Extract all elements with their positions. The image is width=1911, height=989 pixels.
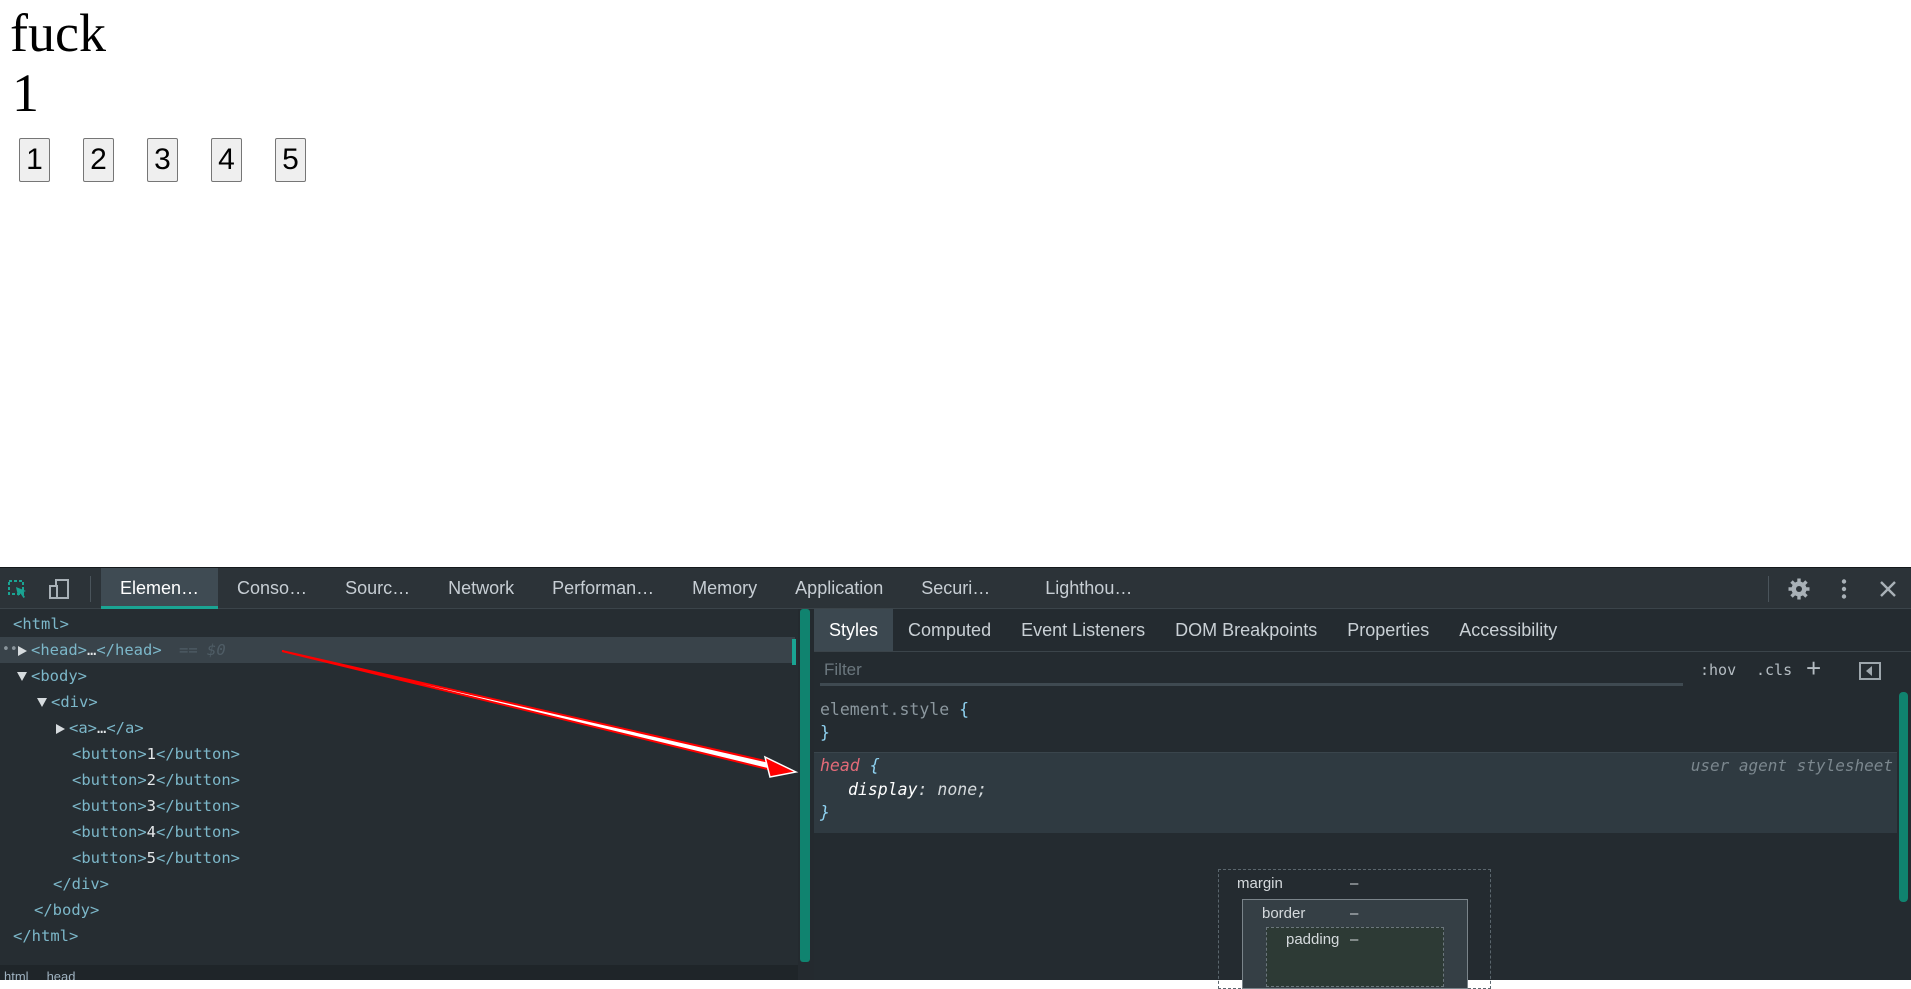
border-label: border (1262, 905, 1306, 922)
padding-label: padding (1286, 931, 1340, 948)
page-number: 1 (12, 63, 39, 123)
tree-head-open-tag: <head> (31, 641, 87, 659)
tree-node-button[interactable]: <button>3</button> (72, 793, 240, 819)
toolbar-separator (90, 576, 91, 602)
padding-value[interactable]: – (1350, 931, 1358, 948)
more-options-icon[interactable] (1832, 577, 1856, 601)
selected-node-marker: == $0 (179, 641, 226, 659)
page-button-1[interactable]: 1 (19, 138, 50, 182)
devtools-tabs: Elemen… Conso… Sourc… Network Performan…… (101, 568, 1151, 609)
border-value[interactable]: – (1350, 905, 1358, 922)
expand-triangle-icon[interactable] (18, 645, 27, 656)
head-selector: head (820, 756, 860, 775)
hover-state-toggle[interactable]: :hov (1700, 661, 1736, 679)
tree-a-open-tag: <a> (69, 719, 97, 737)
tree-node-html-close[interactable]: </html> (13, 923, 78, 949)
tree-node-button[interactable]: <button>2</button> (72, 767, 240, 793)
styles-filter-input[interactable] (820, 656, 1683, 686)
page-button-row: 1 2 3 4 5 (19, 138, 306, 182)
property-name: display (848, 780, 918, 799)
inspect-element-icon[interactable] (7, 578, 29, 600)
devtools-toolbar: Elemen… Conso… Sourc… Network Performan…… (0, 567, 1911, 609)
tree-html-open-tag: <html> (13, 615, 69, 633)
page-button-5[interactable]: 5 (275, 138, 306, 182)
tab-lighthouse[interactable]: Lighthou… (1026, 568, 1151, 609)
breadcrumb-head[interactable]: head (47, 969, 76, 980)
margin-value[interactable]: – (1350, 875, 1358, 892)
tab-network[interactable]: Network (429, 568, 533, 609)
tree-a-ellipsis[interactable]: … (97, 719, 106, 737)
tree-node-div-close[interactable]: </div> (53, 871, 109, 897)
style-declaration[interactable]: display: none; (848, 779, 987, 801)
selection-indicator (792, 639, 796, 665)
head-style-rule[interactable]: head { user agent stylesheet display: no… (814, 752, 1897, 833)
tree-head-ellipsis[interactable]: … (87, 641, 96, 659)
tab-memory[interactable]: Memory (673, 568, 776, 609)
page-heading: fuck (10, 3, 106, 63)
breadcrumb-html[interactable]: html (4, 969, 29, 980)
subtab-styles[interactable]: Styles (814, 609, 894, 651)
property-value: none; (937, 780, 988, 799)
toggle-sidebar-icon[interactable] (1859, 662, 1881, 680)
class-toggle[interactable]: .cls (1756, 661, 1792, 679)
element-style-selector: element.style (820, 700, 950, 719)
tab-security[interactable]: Securi… (902, 568, 1026, 609)
styles-pane: Styles Computed Event Listeners DOM Brea… (814, 609, 1911, 989)
collapse-triangle-icon[interactable] (37, 698, 47, 707)
collapse-triangle-icon[interactable] (17, 672, 27, 681)
tree-node-body[interactable]: <body> (17, 663, 87, 689)
page-button-4[interactable]: 4 (211, 138, 242, 182)
rule-source-label: user agent stylesheet (1690, 756, 1893, 775)
tree-body-open-tag: <body> (31, 667, 87, 685)
margin-label: margin (1237, 875, 1283, 892)
subtab-event-listeners[interactable]: Event Listeners (1006, 609, 1160, 651)
tab-elements[interactable]: Elemen… (101, 568, 219, 609)
styles-filter-row: :hov .cls + (814, 652, 1911, 692)
styles-subtabs: Styles Computed Event Listeners DOM Brea… (814, 609, 1911, 652)
tab-console[interactable]: Conso… (218, 568, 326, 609)
elements-scrollbar[interactable] (800, 609, 810, 962)
subtab-accessibility[interactable]: Accessibility (1444, 609, 1572, 651)
tree-a-close-tag: </a> (106, 719, 144, 737)
tree-head-close-tag: </head> (96, 641, 162, 659)
settings-gear-icon[interactable] (1787, 577, 1811, 601)
tree-node-button[interactable]: <button>5</button> (72, 845, 240, 871)
tree-node-button[interactable]: <button>1</button> (72, 741, 240, 767)
panel-splitter[interactable] (798, 609, 814, 980)
page-button-3[interactable]: 3 (147, 138, 178, 182)
subtab-computed[interactable]: Computed (893, 609, 1006, 651)
element-style-rule[interactable]: element.style { } (814, 695, 1897, 753)
device-toolbar-icon[interactable] (48, 578, 70, 600)
styles-scrollbar[interactable] (1899, 692, 1908, 902)
page-viewport: fuck 1 1 2 3 4 5 (0, 0, 1911, 567)
tree-node-div[interactable]: <div> (37, 689, 98, 715)
subtab-properties[interactable]: Properties (1332, 609, 1444, 651)
tree-node-body-close[interactable]: </body> (34, 897, 99, 923)
tab-sources[interactable]: Sourc… (326, 568, 429, 609)
page-button-2[interactable]: 2 (83, 138, 114, 182)
tree-node-head-selected[interactable]: •• <head>…</head> == $0 (0, 637, 795, 663)
new-style-rule-button[interactable]: + (1806, 653, 1821, 684)
tab-application[interactable]: Application (776, 568, 902, 609)
tree-node-button[interactable]: <button>4</button> (72, 819, 240, 845)
toolbar-separator-right (1768, 576, 1769, 602)
devtools-panel: Elemen… Conso… Sourc… Network Performan…… (0, 567, 1911, 989)
tree-node-html[interactable]: <html> (13, 611, 69, 637)
tree-node-a[interactable]: <a>…</a> (56, 715, 144, 741)
tree-div-open-tag: <div> (51, 693, 98, 711)
breadcrumb: html head (0, 965, 798, 980)
elements-tree: <html> •• <head>…</head> == $0 <body> <d… (0, 609, 798, 965)
expand-triangle-icon[interactable] (56, 723, 65, 734)
close-icon[interactable] (1876, 577, 1900, 601)
node-actions-icon[interactable]: •• (2, 637, 18, 663)
subtab-dom-breakpoints[interactable]: DOM Breakpoints (1160, 609, 1332, 651)
tab-performance[interactable]: Performan… (533, 568, 673, 609)
